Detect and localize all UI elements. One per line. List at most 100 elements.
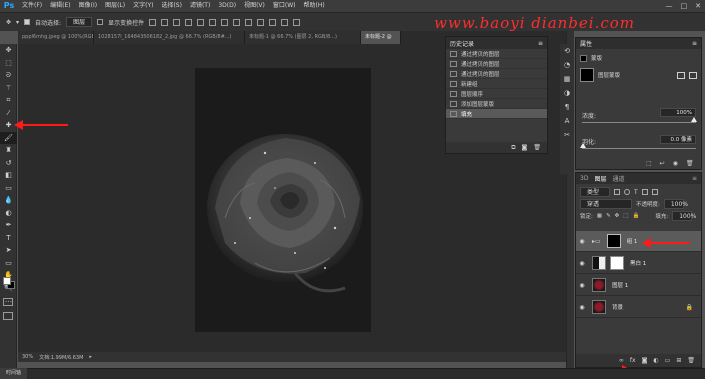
eraser-tool-icon[interactable]: ◧ <box>0 169 17 182</box>
menu-layer[interactable]: 图层(L) <box>101 0 129 12</box>
panel-menu-icon[interactable]: ≡ <box>538 40 543 47</box>
dodge-tool-icon[interactable]: ◐ <box>0 207 17 220</box>
properties-panel-title[interactable]: 属性 <box>580 39 592 48</box>
zoom-level[interactable]: 30% <box>22 354 33 360</box>
align-right-icon[interactable] <box>209 18 217 26</box>
feather-slider-knob[interactable] <box>580 143 586 148</box>
history-item[interactable]: 通过拷贝的图层 <box>446 69 547 79</box>
snapshot-icon[interactable]: ◙ <box>522 144 528 151</box>
menu-type[interactable]: 文字(Y) <box>129 0 157 12</box>
magic-wand-tool-icon[interactable]: ⚚ <box>0 82 17 95</box>
menu-select[interactable]: 选择(S) <box>157 0 186 12</box>
history-item[interactable]: 新建组 <box>446 79 547 89</box>
history-panel-title[interactable]: 历史记录 <box>450 39 474 48</box>
doc-tab[interactable]: 1028157l_164843506182_2.jpg @ 66.7% (RGB… <box>94 31 245 44</box>
panel-menu-icon[interactable]: ≡ <box>692 40 697 47</box>
align-middle-icon[interactable] <box>161 18 169 26</box>
blend-mode-dropdown[interactable]: 穿透 <box>580 199 632 209</box>
history-item[interactable]: 添加图层蒙版 <box>446 99 547 109</box>
tab-3d[interactable]: 3D <box>580 175 588 182</box>
pixel-mask-icon[interactable] <box>677 71 685 79</box>
align-top-icon[interactable] <box>149 18 157 26</box>
menu-3d[interactable]: 3D(D) <box>214 0 240 12</box>
menu-window[interactable]: 窗口(W) <box>269 0 300 12</box>
menu-file[interactable]: 文件(F) <box>18 0 46 12</box>
minimize-button[interactable]: — <box>666 0 673 12</box>
density-value[interactable]: 100% <box>660 108 696 117</box>
eye-icon[interactable]: ◉ <box>576 282 588 289</box>
character-panel-icon[interactable]: A <box>560 114 574 128</box>
lock-artboard-icon[interactable]: ⬚ <box>623 213 628 219</box>
distribute-top-icon[interactable] <box>221 18 229 26</box>
tool-presets-icon[interactable]: ✂ <box>560 128 574 142</box>
feather-slider-track[interactable] <box>582 148 696 149</box>
close-button[interactable]: ✕ <box>695 0 701 12</box>
lock-position-icon[interactable]: ✥ <box>615 213 620 219</box>
new-adjustment-icon[interactable]: ◐ <box>653 357 658 364</box>
layer-row-background[interactable]: ◉ 背景 🔒 <box>576 297 701 318</box>
history-item-active[interactable]: 填充 <box>446 109 547 119</box>
fill-value[interactable]: 100% <box>672 211 696 221</box>
tab-layers[interactable]: 图层 <box>594 174 606 183</box>
eye-icon[interactable]: ◉ <box>576 304 588 311</box>
tab-channels[interactable]: 通道 <box>612 174 624 183</box>
group-mask-thumbnail[interactable] <box>606 234 621 248</box>
history-item[interactable]: 通过拷贝的图层 <box>446 49 547 59</box>
select-mask-icon[interactable]: ⬚ <box>646 160 652 167</box>
distribute-left-icon[interactable] <box>257 18 265 26</box>
visibility-icon[interactable]: ◉ <box>673 160 678 167</box>
timeline-tab[interactable]: 时间轴 <box>0 368 28 379</box>
status-arrow-icon[interactable]: ▸ <box>89 354 92 360</box>
lock-all-icon[interactable]: 🔒 <box>632 213 639 219</box>
distribute-bottom-icon[interactable] <box>245 18 253 26</box>
foreground-color-swatch[interactable] <box>3 277 11 285</box>
density-slider-knob[interactable] <box>691 117 697 122</box>
align-center-icon[interactable] <box>197 18 205 26</box>
distribute-center-icon[interactable] <box>269 18 277 26</box>
add-mask-icon[interactable]: ◙ <box>642 357 648 364</box>
apply-mask-icon[interactable]: ↩ <box>660 160 665 167</box>
history-item[interactable]: 图层顺序 <box>446 89 547 99</box>
eye-icon[interactable]: ◉ <box>576 238 588 245</box>
menu-help[interactable]: 帮助(H) <box>300 0 329 12</box>
layer-mask-thumbnail[interactable] <box>580 68 594 82</box>
doc-tab[interactable]: pppl6mhg.jpeg @ 100%(RGB/8#...) <box>18 31 94 44</box>
filter-shape-icon[interactable] <box>641 189 648 195</box>
adjustment-mask-thumbnail[interactable] <box>610 256 624 270</box>
filter-adjustment-icon[interactable] <box>624 189 630 195</box>
show-transform-checkbox[interactable] <box>97 19 104 25</box>
filter-type-icon[interactable]: T <box>634 189 638 196</box>
layer-row-adjustment[interactable]: ◉ 黑白 1 <box>576 253 701 274</box>
layer-filter-dropdown[interactable]: 类型 <box>580 187 610 197</box>
link-layers-icon[interactable]: ∞ <box>619 357 624 364</box>
history-panel-icon[interactable]: ⟲ <box>560 44 574 58</box>
feather-value[interactable]: 0.0 像素 <box>660 135 696 144</box>
distribute-right-icon[interactable] <box>281 18 289 26</box>
lasso-tool-icon[interactable]: ᘐ <box>0 69 17 82</box>
align-left-icon[interactable] <box>185 18 193 26</box>
doc-tab[interactable]: 未标题-1 @ 66.7% (图层 2, RGB/8...) <box>245 31 361 44</box>
marquee-tool-icon[interactable]: ⬚ <box>0 57 17 70</box>
blur-tool-icon[interactable]: 💧 <box>0 194 17 207</box>
maximize-button[interactable]: □ <box>681 0 688 12</box>
distribute-middle-icon[interactable] <box>233 18 241 26</box>
crop-tool-icon[interactable]: ⌗ <box>0 94 17 107</box>
paragraph-panel-icon[interactable]: ¶ <box>560 100 574 114</box>
adjustments-panel-icon[interactable]: ◑ <box>560 86 574 100</box>
trash-icon[interactable]: 🗑 <box>687 357 695 364</box>
rectangle-tool-icon[interactable]: ▭ <box>0 257 17 270</box>
filter-smart-object-icon[interactable] <box>651 189 658 195</box>
type-tool-icon[interactable]: T <box>0 232 17 245</box>
menu-filter[interactable]: 滤镜(T) <box>186 0 214 12</box>
brush-tool-icon[interactable]: 🖌 <box>0 131 17 144</box>
align-bottom-icon[interactable] <box>173 18 181 26</box>
eyedropper-tool-icon[interactable]: ⁄ <box>0 107 17 120</box>
density-slider-track[interactable] <box>582 122 696 123</box>
swatches-panel-icon[interactable]: ▦ <box>560 72 574 86</box>
move-tool-icon[interactable]: ✥ <box>6 19 11 26</box>
lock-pixels-icon[interactable]: ✎ <box>606 213 611 219</box>
quick-mask-icon[interactable] <box>3 298 13 306</box>
history-brush-tool-icon[interactable]: ↺ <box>0 157 17 170</box>
opacity-value[interactable]: 100% <box>663 199 688 209</box>
new-layer-icon[interactable]: ⊞ <box>676 357 681 364</box>
